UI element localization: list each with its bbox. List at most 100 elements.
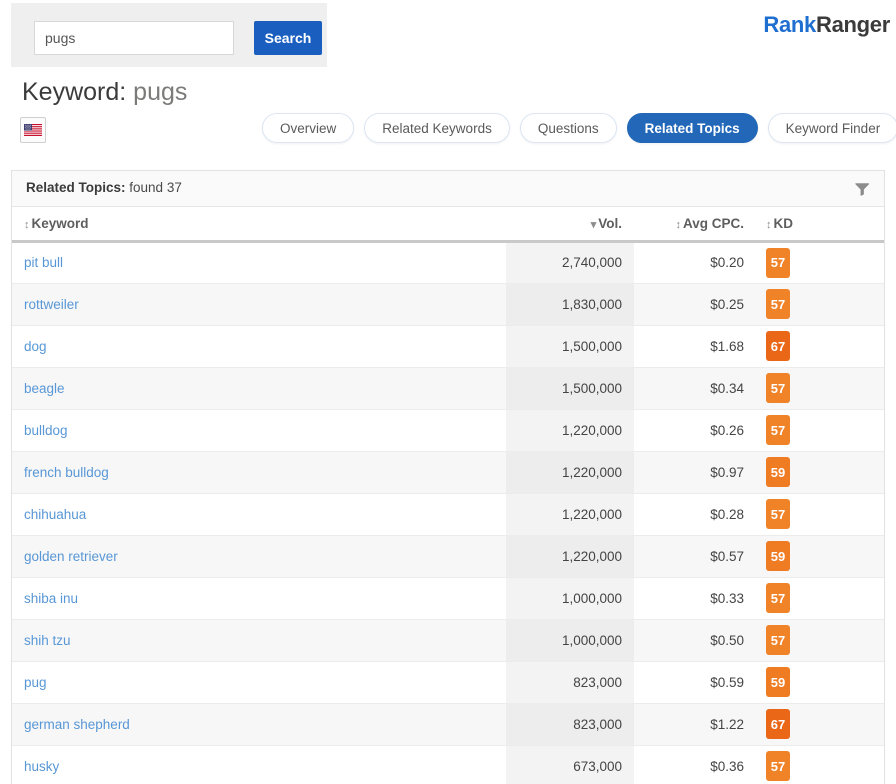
- keyword-link[interactable]: chihuahua: [24, 507, 86, 522]
- tab-related-keywords[interactable]: Related Keywords: [364, 113, 510, 143]
- cell-keyword: golden retriever: [12, 535, 506, 577]
- table-row[interactable]: french bulldog 1,220,000$0.9759: [12, 451, 884, 493]
- cell-volume: 1,830,000: [506, 283, 634, 325]
- keyword-link[interactable]: husky: [24, 759, 59, 774]
- cell-avg-cpc: $0.50: [634, 619, 756, 661]
- column-header-vol-label: Vol.: [598, 216, 622, 231]
- sort-indicator-keyword: ↕: [24, 219, 30, 231]
- cell-keyword: dog: [12, 325, 506, 367]
- cell-volume: 1,220,000: [506, 493, 634, 535]
- tab-label: Keyword Finder: [786, 121, 881, 136]
- cell-kd: 57: [756, 577, 884, 619]
- keyword-link[interactable]: german shepherd: [24, 717, 130, 732]
- cell-avg-cpc: $0.36: [634, 745, 756, 784]
- cell-avg-cpc: $1.68: [634, 325, 756, 367]
- search-panel: Search: [11, 3, 327, 67]
- table-row[interactable]: bulldog1,220,000$0.2657: [12, 409, 884, 451]
- kd-badge: 59: [766, 541, 790, 571]
- kd-badge: 57: [766, 751, 790, 781]
- cell-keyword: shih tzu: [12, 619, 506, 661]
- results-panel: Related Topics: found 37 ↕Keyword ▾Vol.: [11, 170, 885, 784]
- cell-kd: 57: [756, 745, 884, 784]
- keyword-link[interactable]: french bulldog: [24, 465, 109, 480]
- column-header-avg-cpc-label: Avg CPC.: [683, 216, 744, 231]
- locale-selector[interactable]: [20, 117, 46, 143]
- column-header-avg-cpc[interactable]: ↕Avg CPC.: [634, 207, 756, 241]
- cell-kd: 67: [756, 703, 884, 745]
- tab-label: Related Keywords: [382, 121, 492, 136]
- logo-text-ranger: Ranger: [816, 12, 890, 37]
- cell-keyword: french bulldog: [12, 451, 506, 493]
- cell-kd: 57: [756, 283, 884, 325]
- cell-volume: 673,000: [506, 745, 634, 784]
- page-title: Keyword: pugs: [22, 78, 187, 107]
- cell-volume: 2,740,000: [506, 241, 634, 283]
- tab-overview[interactable]: Overview: [262, 113, 354, 143]
- tab-label: Questions: [538, 121, 599, 136]
- cell-avg-cpc: $0.20: [634, 241, 756, 283]
- table-row[interactable]: chihuahua1,220,000$0.2857: [12, 493, 884, 535]
- tab-related-topics[interactable]: Related Topics: [627, 113, 758, 143]
- filter-funnel-icon[interactable]: [852, 179, 872, 199]
- keyword-link[interactable]: beagle: [24, 381, 65, 396]
- cell-volume: 1,500,000: [506, 325, 634, 367]
- table-row[interactable]: shiba inu1,000,000$0.3357: [12, 577, 884, 619]
- cell-avg-cpc: $0.25: [634, 283, 756, 325]
- table-row[interactable]: pit bull 2,740,000$0.2057: [12, 241, 884, 283]
- keyword-link[interactable]: golden retriever: [24, 549, 118, 564]
- column-header-kd[interactable]: ↕KD: [756, 207, 884, 241]
- column-header-keyword[interactable]: ↕Keyword: [12, 207, 506, 241]
- cell-avg-cpc: $0.57: [634, 535, 756, 577]
- cell-avg-cpc: $0.33: [634, 577, 756, 619]
- cell-keyword: chihuahua: [12, 493, 506, 535]
- logo-text-rank: Rank: [763, 12, 816, 37]
- results-summary-count: found 37: [126, 180, 182, 195]
- cell-keyword: german shepherd: [12, 703, 506, 745]
- kd-badge: 57: [766, 499, 790, 529]
- cell-avg-cpc: $0.26: [634, 409, 756, 451]
- search-button[interactable]: Search: [254, 21, 322, 55]
- table-row[interactable]: husky 673,000$0.36 57: [12, 745, 884, 784]
- keyword-link[interactable]: pit bull: [24, 255, 63, 270]
- page-title-label: Keyword:: [22, 78, 126, 106]
- table-row[interactable]: dog1,500,000$1.6867: [12, 325, 884, 367]
- cell-keyword: bulldog: [12, 409, 506, 451]
- keyword-link[interactable]: rottweiler: [24, 297, 79, 312]
- kd-badge: 57: [766, 625, 790, 655]
- rankranger-logo[interactable]: RankRanger: [763, 12, 890, 38]
- table-row[interactable]: pug823,000$0.5959: [12, 661, 884, 703]
- keyword-link[interactable]: shih tzu: [24, 633, 71, 648]
- cell-keyword: beagle: [12, 367, 506, 409]
- table-row[interactable]: rottweiler 1,830,000$0.25 57: [12, 283, 884, 325]
- table-row[interactable]: shih tzu 1,000,000$0.50 57: [12, 619, 884, 661]
- cell-kd: 59: [756, 451, 884, 493]
- cell-kd: 57: [756, 241, 884, 283]
- us-flag-icon: [24, 124, 42, 136]
- column-header-kd-label: KD: [774, 216, 794, 231]
- cell-keyword: rottweiler: [12, 283, 506, 325]
- cell-avg-cpc: $0.97: [634, 451, 756, 493]
- column-header-vol[interactable]: ▾Vol.: [506, 207, 634, 241]
- search-input[interactable]: [34, 21, 234, 55]
- related-topics-table: ↕Keyword ▾Vol. ↕Avg CPC. ↕KD pit bull2,7…: [12, 207, 884, 784]
- keyword-link[interactable]: bulldog: [24, 423, 68, 438]
- cell-kd: 59: [756, 661, 884, 703]
- kd-badge: 57: [766, 583, 790, 613]
- kd-badge: 57: [766, 289, 790, 319]
- keyword-link[interactable]: dog: [24, 339, 47, 354]
- cell-volume: 1,220,000: [506, 535, 634, 577]
- keyword-link[interactable]: pug: [24, 675, 47, 690]
- tab-keyword-finder[interactable]: Keyword Finder: [768, 113, 896, 143]
- table-row[interactable]: beagle1,500,000$0.3457: [12, 367, 884, 409]
- tab-questions[interactable]: Questions: [520, 113, 617, 143]
- table-row[interactable]: german shepherd823,000$1.2267: [12, 703, 884, 745]
- keyword-link[interactable]: shiba inu: [24, 591, 78, 606]
- cell-volume: 1,000,000: [506, 619, 634, 661]
- top-bar: Search RankRanger: [0, 0, 896, 68]
- tab-label: Overview: [280, 121, 336, 136]
- cell-volume: 1,220,000: [506, 451, 634, 493]
- table-row[interactable]: golden retriever 1,220,000$0.57 59: [12, 535, 884, 577]
- tab-label: Related Topics: [645, 121, 740, 136]
- column-header-keyword-label: Keyword: [32, 216, 89, 231]
- cell-kd: 57: [756, 367, 884, 409]
